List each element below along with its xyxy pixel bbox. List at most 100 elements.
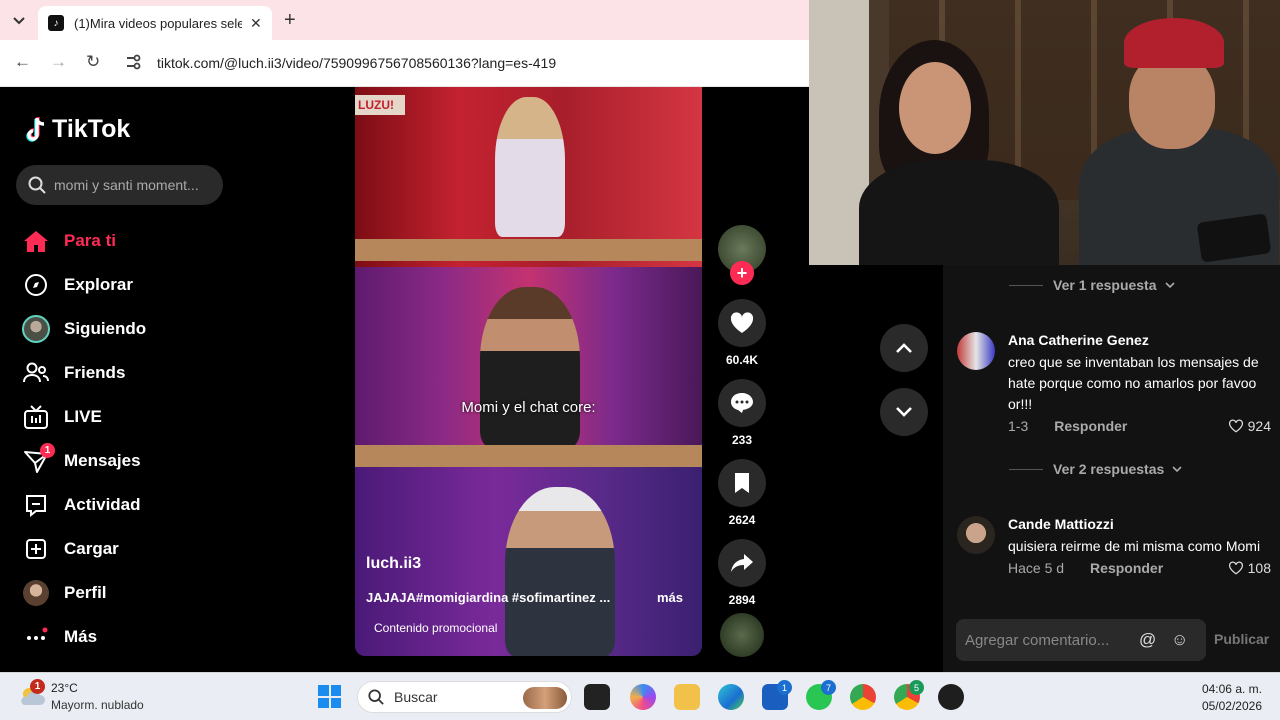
tab-search-dropdown[interactable] <box>8 10 30 32</box>
profile-avatar <box>22 579 50 607</box>
video-description: JAJAJA#momigiardina #sofimartinez ... <box>366 590 611 605</box>
system-clock[interactable]: 04:06 a. m. 05/02/2026 <box>1202 681 1262 715</box>
site-info-icon[interactable] <box>124 53 144 73</box>
comments-panel: Ver 1 respuesta Ana Catherine Genez creo… <box>943 265 1280 672</box>
sidebar-item-mas[interactable]: Más <box>22 615 146 659</box>
upload-icon <box>22 535 50 563</box>
clock-time: 04:06 a. m. <box>1201 682 1262 696</box>
webcam-overlay <box>809 0 1280 265</box>
store-badge: 1 <box>777 680 792 695</box>
chevron-down-icon <box>1172 465 1182 472</box>
browser-tab[interactable]: ♪ (1)Mira videos populares selecc ✕ <box>38 6 272 40</box>
edge-icon[interactable] <box>718 684 744 710</box>
comment-meta: 1-3 Responder <box>1008 418 1127 434</box>
forward-button[interactable]: → <box>50 52 67 72</box>
sidebar-item-para-ti[interactable]: Para ti <box>22 219 146 263</box>
close-tab-icon[interactable]: ✕ <box>250 15 262 32</box>
whatsapp-badge: 7 <box>821 680 836 695</box>
comment-meta: Hace 5 d Responder <box>1008 560 1163 576</box>
weather-description[interactable]: Mayorm. nublado <box>51 698 144 712</box>
comment-button[interactable] <box>718 379 766 427</box>
comment-like-button[interactable]: 108 <box>1228 560 1271 576</box>
video-caption: Momi y el chat core: <box>461 399 596 416</box>
windows-start-icon[interactable] <box>318 685 341 708</box>
bookmark-icon <box>735 473 749 493</box>
reply-button[interactable]: Responder <box>1090 560 1163 576</box>
weather-badge: 1 <box>30 679 45 694</box>
comment-author[interactable]: Ana Catherine Genez <box>1008 332 1149 348</box>
sidebar-item-label: LIVE <box>64 407 102 426</box>
comment-like-count: 108 <box>1247 560 1271 576</box>
view-replies-2[interactable]: Ver 2 respuestas <box>1009 461 1182 477</box>
chevron-down-icon <box>1164 281 1175 288</box>
app-icon[interactable] <box>938 684 964 710</box>
save-count: 2624 <box>728 513 756 527</box>
sidebar-item-label: Mensajes <box>64 451 141 470</box>
video-username[interactable]: luch.ii3 <box>366 555 421 573</box>
sidebar-item-live[interactable]: LIVE <box>22 395 146 439</box>
music-disc[interactable] <box>720 613 764 657</box>
chevron-down-icon <box>13 17 25 25</box>
more-link[interactable]: más <box>657 590 683 605</box>
webcam-person-right <box>1079 18 1279 265</box>
save-button[interactable] <box>718 459 766 507</box>
mention-icon[interactable]: @ <box>1139 630 1156 650</box>
sidebar-item-perfil[interactable]: Perfil <box>22 571 146 615</box>
search-icon <box>28 176 46 194</box>
avatar[interactable] <box>957 332 995 370</box>
share-count: 2894 <box>728 593 756 607</box>
tiktok-logo[interactable]: TikTok <box>24 115 130 144</box>
logo-text: TikTok <box>52 115 131 143</box>
taskbar-search[interactable]: Buscar <box>357 681 572 713</box>
screen: ♪ (1)Mira videos populares selecc ✕ + ← … <box>0 0 1280 720</box>
sidebar-item-label: Friends <box>64 363 126 382</box>
sidebar-item-siguiendo[interactable]: Siguiendo <box>22 307 146 351</box>
comment-item: Ana Catherine Genez creo que se inventab… <box>957 332 1277 442</box>
file-explorer-icon[interactable] <box>674 684 700 710</box>
reload-button[interactable]: ↻ <box>86 52 100 72</box>
tiktok-favicon-icon: ♪ <box>48 15 64 31</box>
share-icon <box>731 554 753 572</box>
like-count: 60.4K <box>725 353 759 367</box>
comment-author[interactable]: Cande Mattiozzi <box>1008 516 1114 532</box>
search-input[interactable]: momi y santi moment... <box>16 165 223 205</box>
comment-icon <box>731 393 753 413</box>
back-button[interactable]: ← <box>14 52 31 72</box>
new-tab-button[interactable]: + <box>284 9 296 32</box>
search-placeholder: momi y santi moment... <box>54 177 199 193</box>
follow-button[interactable]: + <box>730 261 754 285</box>
activity-icon <box>22 491 50 519</box>
taskbar-search-label: Buscar <box>394 689 438 705</box>
next-video-button[interactable] <box>880 388 928 436</box>
chrome-icon[interactable] <box>850 684 876 710</box>
heart-outline-icon <box>1228 419 1243 433</box>
comment-like-button[interactable]: 924 <box>1228 418 1271 434</box>
reply-button[interactable]: Responder <box>1054 418 1127 434</box>
url-field[interactable]: tiktok.com/@luch.ii3/video/7590996756708… <box>157 55 556 71</box>
luzu-logo: LUZU! <box>355 95 405 115</box>
publish-button[interactable]: Publicar <box>1214 631 1269 647</box>
search-icon <box>368 689 384 705</box>
like-button[interactable] <box>718 299 766 347</box>
previous-video-button[interactable] <box>880 324 928 372</box>
sidebar-item-mensajes[interactable]: 1 Mensajes <box>22 439 146 483</box>
task-view-icon[interactable] <box>584 684 610 710</box>
sidebar-item-friends[interactable]: Friends <box>22 351 146 395</box>
view-replies-label: Ver 2 respuestas <box>1053 461 1165 477</box>
copilot-icon[interactable] <box>630 684 656 710</box>
video-frame-top: LUZU! <box>355 87 702 267</box>
sidebar-item-label: Cargar <box>64 539 119 558</box>
comment-input[interactable]: Agregar comentario... @ ☺ <box>956 619 1206 661</box>
weather-temperature[interactable]: 23°C <box>51 681 78 695</box>
share-button[interactable] <box>718 539 766 587</box>
video-player[interactable]: LUZU! Momi y el chat core: luch.ii3 JAJA… <box>355 87 702 656</box>
comment-input-placeholder: Agregar comentario... <box>965 631 1110 649</box>
sidebar-item-cargar[interactable]: Cargar <box>22 527 146 571</box>
sidebar-item-actividad[interactable]: Actividad <box>22 483 146 527</box>
search-highlight-image <box>523 687 567 709</box>
sidebar-item-explorar[interactable]: Explorar <box>22 263 146 307</box>
emoji-icon[interactable]: ☺ <box>1171 630 1188 650</box>
sidebar-item-label: Siguiendo <box>64 319 147 338</box>
view-replies-1[interactable]: Ver 1 respuesta <box>1009 277 1175 293</box>
avatar[interactable] <box>957 516 995 554</box>
